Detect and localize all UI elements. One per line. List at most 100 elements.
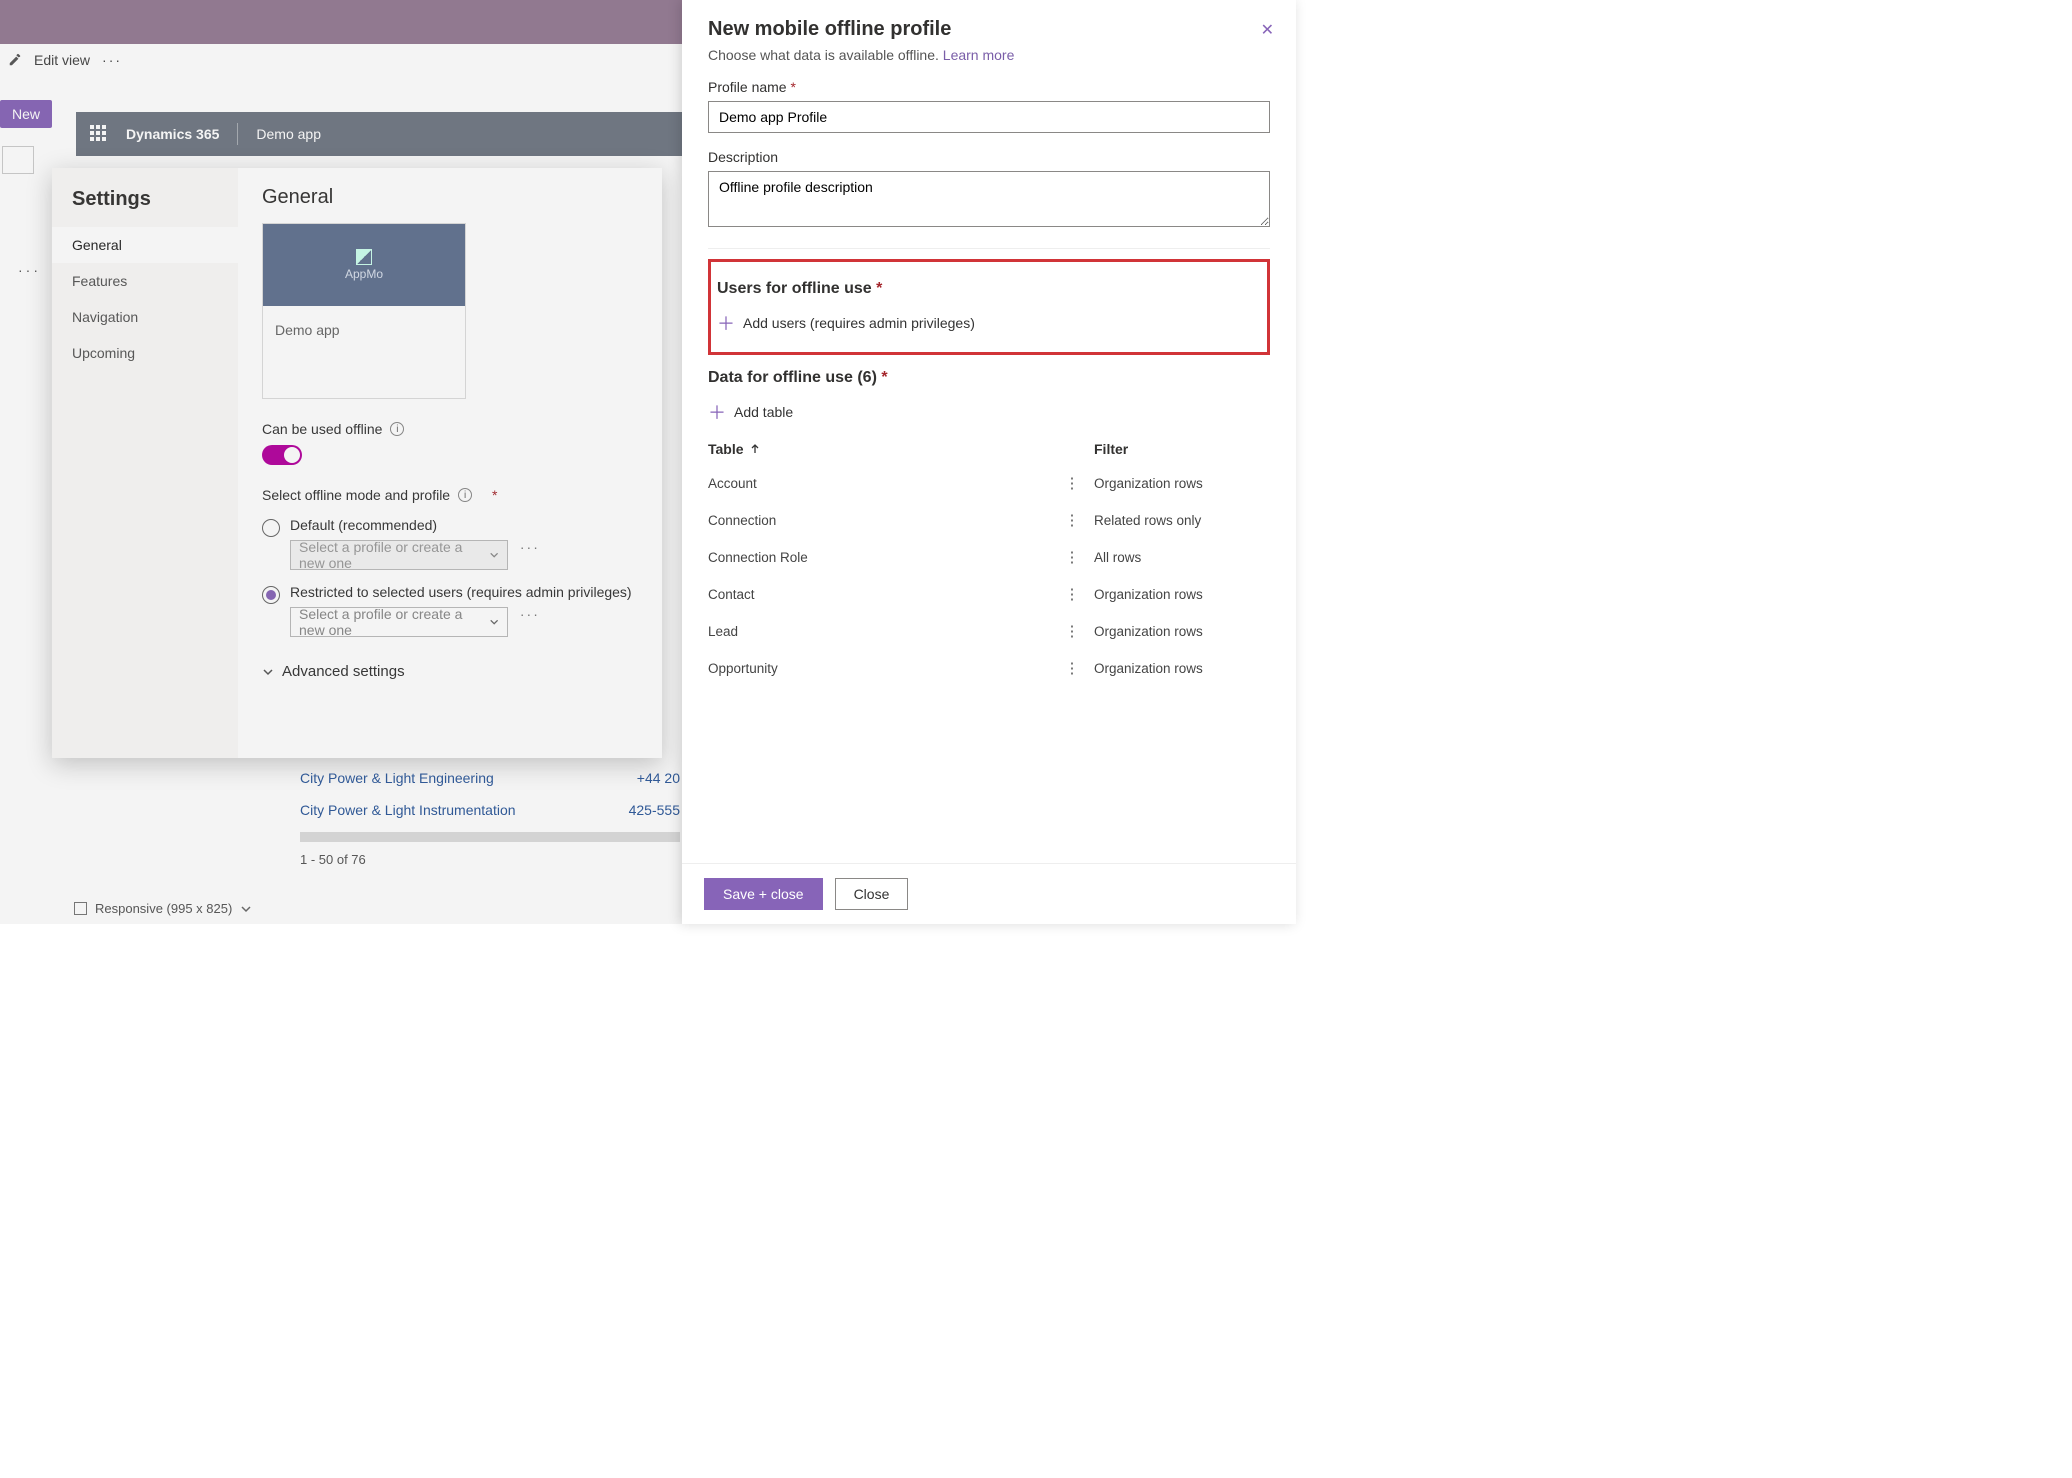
- profile-select-default: Select a profile or create a new one: [290, 540, 508, 570]
- horizontal-scrollbar[interactable]: [300, 832, 680, 842]
- row-name: Contact: [708, 587, 1050, 602]
- close-icon[interactable]: ✕: [1261, 20, 1274, 40]
- table-row[interactable]: Lead⋮Organization rows: [708, 613, 1270, 650]
- app-tile[interactable]: AppMo Demo app: [262, 223, 466, 399]
- row-more-icon[interactable]: ⋮: [1050, 624, 1094, 639]
- row-filter: Organization rows: [1094, 476, 1270, 491]
- add-users-button[interactable]: ＋ Add users (requires admin privileges): [717, 308, 1257, 338]
- mode-option-restricted[interactable]: Restricted to selected users (requires a…: [262, 584, 638, 637]
- table-header: Table Filter: [708, 441, 1270, 465]
- app-name: Demo app: [256, 126, 321, 142]
- learn-more-link[interactable]: Learn more: [943, 47, 1015, 63]
- mode-option-default[interactable]: Default (recommended) Select a profile o…: [262, 517, 638, 570]
- profile-name-label: Profile name *: [708, 79, 1270, 95]
- settings-modal: Settings General Features Navigation Upc…: [52, 168, 662, 758]
- chevron-down-icon: [489, 616, 499, 628]
- list-item-phone[interactable]: 425-555: [629, 802, 680, 818]
- chevron-down-icon: [262, 666, 274, 678]
- edit-view-label[interactable]: Edit view: [34, 52, 90, 68]
- data-heading: Data for offline use (6) *: [708, 369, 1270, 387]
- app-tile-name: Demo app: [263, 306, 465, 398]
- plus-icon: ＋: [717, 310, 733, 336]
- list-item-name[interactable]: City Power & Light Engineering: [300, 770, 494, 786]
- radio-default[interactable]: [262, 519, 280, 537]
- list-item-name[interactable]: City Power & Light Instrumentation: [300, 802, 516, 818]
- mode-radio-group: Default (recommended) Select a profile o…: [262, 517, 638, 637]
- col-table[interactable]: Table: [708, 441, 1094, 457]
- table-row[interactable]: Opportunity⋮Organization rows: [708, 650, 1270, 687]
- left-more-icon[interactable]: ···: [18, 262, 41, 278]
- table-row[interactable]: Contact⋮Organization rows: [708, 576, 1270, 613]
- opt-default-label: Default (recommended): [290, 517, 638, 533]
- product-name: Dynamics 365: [126, 126, 219, 142]
- description-input[interactable]: Offline profile description: [708, 171, 1270, 227]
- row-more-icon[interactable]: ⋮: [1050, 587, 1094, 602]
- settings-title: Settings: [52, 182, 238, 227]
- option-more-icon[interactable]: ···: [520, 606, 540, 622]
- users-section-highlight: Users for offline use * ＋ Add users (req…: [708, 259, 1270, 355]
- settings-main: General AppMo Demo app Can be used offli…: [238, 168, 662, 758]
- row-filter: Organization rows: [1094, 587, 1270, 602]
- row-name: Connection Role: [708, 550, 1050, 565]
- opt-restricted-label: Restricted to selected users (requires a…: [290, 584, 638, 600]
- offline-toggle[interactable]: [262, 445, 302, 465]
- row-name: Opportunity: [708, 661, 1050, 676]
- background-list: City Power & Light Engineering +44 20 Ci…: [300, 762, 680, 867]
- profile-select-restricted[interactable]: Select a profile or create a new one: [290, 607, 508, 637]
- device-icon: [74, 902, 87, 915]
- new-button[interactable]: New: [0, 100, 52, 128]
- radio-restricted[interactable]: [262, 586, 280, 604]
- row-more-icon[interactable]: ⋮: [1050, 476, 1094, 491]
- pager-label: 1 - 50 of 76: [300, 852, 680, 867]
- waffle-icon[interactable]: [90, 125, 108, 143]
- broken-image-icon: [356, 249, 372, 265]
- divider: [708, 248, 1270, 249]
- sidebar-item-features[interactable]: Features: [52, 263, 238, 299]
- panel-subtitle: Choose what data is available offline. L…: [708, 47, 1270, 63]
- info-icon[interactable]: i: [458, 488, 472, 502]
- profile-name-input[interactable]: [708, 101, 1270, 133]
- advanced-settings-toggle[interactable]: Advanced settings: [262, 663, 638, 680]
- search-fragment[interactable]: [2, 146, 34, 174]
- info-icon[interactable]: i: [390, 422, 404, 436]
- row-name: Lead: [708, 624, 1050, 639]
- row-filter: Related rows only: [1094, 513, 1270, 528]
- close-button[interactable]: Close: [835, 878, 909, 910]
- users-heading: Users for offline use *: [717, 280, 1257, 298]
- responsive-indicator[interactable]: Responsive (995 x 825): [74, 901, 252, 916]
- app-tile-header: AppMo: [263, 224, 465, 306]
- sidebar-item-general[interactable]: General: [52, 227, 238, 263]
- save-close-button[interactable]: Save + close: [704, 878, 823, 910]
- table-row[interactable]: Connection Role⋮All rows: [708, 539, 1270, 576]
- required-mark: *: [492, 487, 497, 503]
- option-more-icon[interactable]: ···: [520, 539, 540, 555]
- row-more-icon[interactable]: ⋮: [1050, 550, 1094, 565]
- row-filter: Organization rows: [1094, 661, 1270, 676]
- edit-view-bar: Edit view ···: [8, 52, 122, 68]
- table-row[interactable]: Connection⋮Related rows only: [708, 502, 1270, 539]
- pencil-icon: [8, 53, 22, 67]
- settings-sidebar: Settings General Features Navigation Upc…: [52, 168, 238, 758]
- description-label: Description: [708, 149, 1270, 165]
- list-item[interactable]: City Power & Light Engineering +44 20: [300, 762, 680, 794]
- row-filter: All rows: [1094, 550, 1270, 565]
- add-table-button[interactable]: ＋ Add table: [708, 397, 1270, 427]
- table-row[interactable]: Account⋮Organization rows: [708, 465, 1270, 502]
- offline-profile-panel: ✕ New mobile offline profile Choose what…: [682, 0, 1296, 924]
- sidebar-item-upcoming[interactable]: Upcoming: [52, 335, 238, 371]
- sidebar-item-navigation[interactable]: Navigation: [52, 299, 238, 335]
- col-filter[interactable]: Filter: [1094, 441, 1270, 457]
- row-more-icon[interactable]: ⋮: [1050, 513, 1094, 528]
- row-name: Connection: [708, 513, 1050, 528]
- sort-asc-icon: [750, 444, 760, 454]
- list-item[interactable]: City Power & Light Instrumentation 425-5…: [300, 794, 680, 826]
- row-filter: Organization rows: [1094, 624, 1270, 639]
- chevron-down-icon: [240, 903, 252, 915]
- more-icon[interactable]: ···: [102, 52, 122, 68]
- app-tile-caption: AppMo: [345, 267, 383, 281]
- row-more-icon[interactable]: ⋮: [1050, 661, 1094, 676]
- chevron-down-icon: [489, 549, 499, 561]
- offline-toggle-label: Can be used offline i: [262, 421, 638, 437]
- list-item-phone[interactable]: +44 20: [637, 770, 680, 786]
- panel-title: New mobile offline profile: [708, 18, 1270, 41]
